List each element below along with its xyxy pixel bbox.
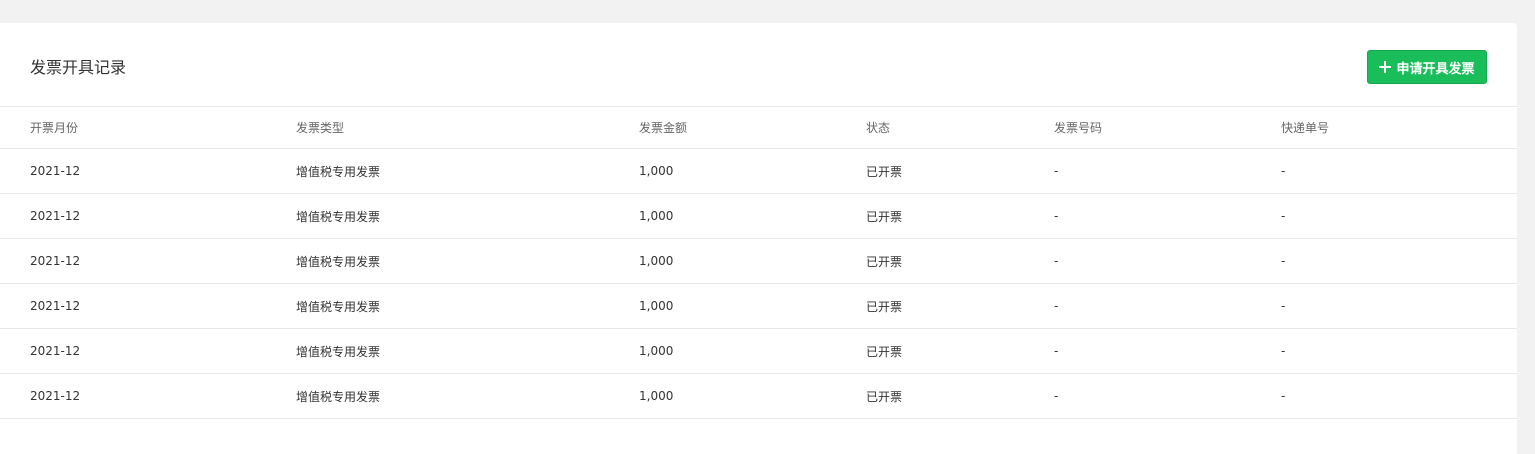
cell-status: 已开票: [866, 193, 1054, 239]
cell-month: 2021-12: [0, 238, 296, 284]
cell-month: 2021-12: [0, 283, 296, 329]
cell-invoice-number: -: [1054, 328, 1281, 374]
cell-type: 增值税专用发票: [296, 148, 639, 194]
cell-status: 已开票: [866, 283, 1054, 329]
invoice-table: 开票月份 发票类型 发票金额 状态 发票号码 快递单号 2021-12 增值税专…: [0, 107, 1517, 419]
cell-month: 2021-12: [0, 148, 296, 194]
cell-status: 已开票: [866, 328, 1054, 374]
cell-month: 2021-12: [0, 193, 296, 239]
cell-tracking-number: -: [1281, 328, 1517, 374]
cell-type: 增值税专用发票: [296, 373, 639, 419]
column-header-type: 发票类型: [296, 107, 639, 149]
table-row: 2021-12 增值税专用发票 1,000 已开票 - -: [0, 193, 1517, 239]
cell-amount: 1,000: [639, 148, 866, 194]
cell-invoice-number: -: [1054, 373, 1281, 419]
table-row: 2021-12 增值税专用发票 1,000 已开票 - -: [0, 328, 1517, 374]
column-header-amount: 发票金额: [639, 107, 866, 149]
column-header-tracking-number: 快递单号: [1281, 107, 1517, 149]
cell-invoice-number: -: [1054, 148, 1281, 194]
invoice-records-panel: 发票开具记录 申请开具发票 开票月份 发票类型 发票金额 状态 发票号码 快递单…: [0, 23, 1517, 454]
cell-tracking-number: -: [1281, 238, 1517, 284]
cell-invoice-number: -: [1054, 283, 1281, 329]
cell-amount: 1,000: [639, 373, 866, 419]
column-header-status: 状态: [866, 107, 1054, 149]
cell-amount: 1,000: [639, 193, 866, 239]
cell-tracking-number: -: [1281, 373, 1517, 419]
cell-invoice-number: -: [1054, 193, 1281, 239]
column-header-month: 开票月份: [0, 107, 296, 149]
cell-tracking-number: -: [1281, 283, 1517, 329]
panel-header: 发票开具记录 申请开具发票: [0, 23, 1517, 107]
cell-month: 2021-12: [0, 373, 296, 419]
cell-status: 已开票: [866, 373, 1054, 419]
cell-status: 已开票: [866, 238, 1054, 284]
cell-type: 增值税专用发票: [296, 238, 639, 284]
table-header-row: 开票月份 发票类型 发票金额 状态 发票号码 快递单号: [0, 107, 1517, 149]
table-row: 2021-12 增值税专用发票 1,000 已开票 - -: [0, 238, 1517, 284]
cell-type: 增值税专用发票: [296, 193, 639, 239]
table-row: 2021-12 增值税专用发票 1,000 已开票 - -: [0, 283, 1517, 329]
table-row: 2021-12 增值税专用发票 1,000 已开票 - -: [0, 148, 1517, 194]
cell-amount: 1,000: [639, 238, 866, 284]
cell-amount: 1,000: [639, 328, 866, 374]
cell-type: 增值税专用发票: [296, 328, 639, 374]
column-header-invoice-number: 发票号码: [1054, 107, 1281, 149]
cell-month: 2021-12: [0, 328, 296, 374]
page-title: 发票开具记录: [30, 58, 127, 77]
cell-type: 增值税专用发票: [296, 283, 639, 329]
cell-tracking-number: -: [1281, 148, 1517, 194]
cell-invoice-number: -: [1054, 238, 1281, 284]
table-row: 2021-12 增值税专用发票 1,000 已开票 - -: [0, 373, 1517, 419]
apply-invoice-button[interactable]: 申请开具发票: [1367, 50, 1487, 84]
apply-invoice-button-label: 申请开具发票: [1396, 61, 1475, 77]
cell-tracking-number: -: [1281, 193, 1517, 239]
cell-status: 已开票: [866, 148, 1054, 194]
cell-amount: 1,000: [639, 283, 866, 329]
plus-icon: [1379, 61, 1392, 73]
